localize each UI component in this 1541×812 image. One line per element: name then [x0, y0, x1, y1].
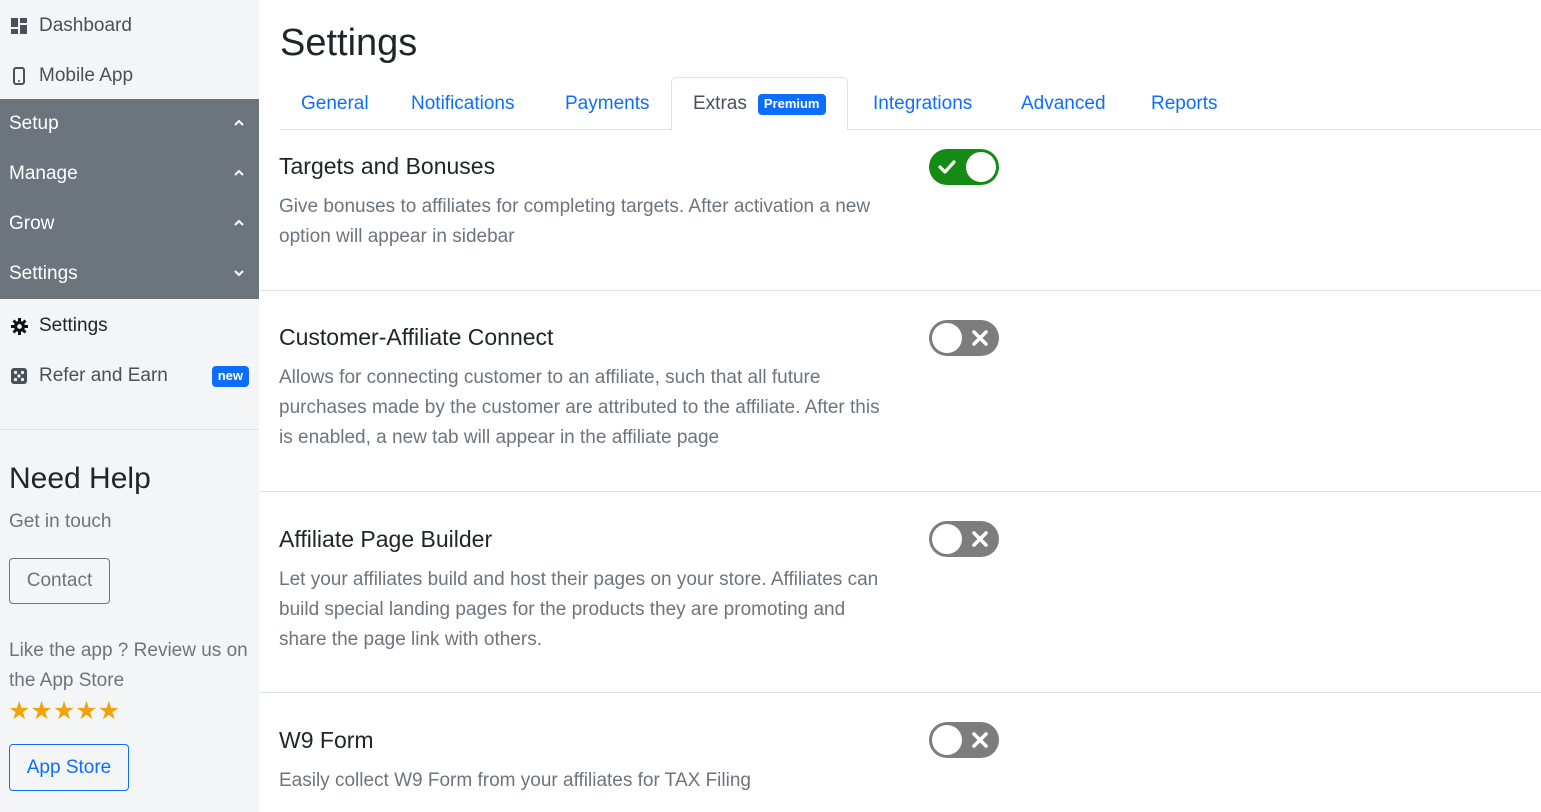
setting-description: Easily collect W9 Form from your affilia…	[279, 770, 751, 791]
settings-tabs: General Notifications Payments Extras Pr…	[280, 77, 1541, 131]
tab-general[interactable]: General	[280, 77, 390, 130]
toggle-knob	[966, 152, 996, 182]
page-title: Settings	[280, 22, 418, 64]
tab-label: Advanced	[1021, 92, 1106, 114]
premium-badge: Premium	[757, 93, 826, 115]
sidebar-item-mobile-app[interactable]: Mobile App	[0, 51, 259, 101]
sidebar-item-refer-and-earn[interactable]: Refer and Earn new	[0, 351, 259, 401]
tab-label: Payments	[565, 92, 650, 114]
dice-icon	[10, 367, 28, 385]
chevron-up-icon	[234, 219, 244, 226]
row-divider	[259, 290, 1541, 291]
gear-icon	[10, 317, 28, 335]
sidebar-divider	[0, 429, 259, 430]
chevron-down-icon	[234, 270, 244, 277]
app-store-button[interactable]: App Store	[9, 744, 129, 791]
mobile-icon	[10, 67, 28, 85]
sidebar-section-label: Manage	[9, 163, 78, 184]
w9-form-toggle[interactable]	[929, 722, 999, 758]
setting-title: Customer-Affiliate Connect	[279, 324, 554, 350]
sidebar-item-label: Dashboard	[39, 15, 132, 36]
help-title: Need Help	[9, 462, 151, 495]
row-divider	[259, 692, 1541, 693]
tab-label: Extras	[693, 93, 747, 114]
tab-label: General	[301, 92, 369, 114]
toggle-knob	[932, 323, 962, 353]
sidebar-section-label: Grow	[9, 213, 55, 234]
customer-affiliate-connect-toggle[interactable]	[929, 320, 999, 356]
sidebar-section-label: Setup	[9, 113, 59, 134]
tab-notifications[interactable]: Notifications	[390, 77, 536, 130]
close-icon	[972, 732, 988, 748]
sidebar-item-settings[interactable]: Settings	[0, 301, 259, 351]
sidebar-item-label: Mobile App	[39, 65, 134, 86]
contact-button[interactable]: Contact	[9, 558, 110, 604]
sidebar: Dashboard Mobile App Setup Manage Grow S…	[0, 0, 259, 812]
star-rating: ★★★★★	[8, 697, 121, 725]
review-prompt: Like the app ? Review us on the App Stor…	[9, 640, 248, 691]
sidebar-item-label: Refer and Earn	[39, 365, 168, 386]
sidebar-item-label: Settings	[39, 315, 108, 336]
chevron-up-icon	[234, 119, 244, 126]
setting-title: Affiliate Page Builder	[279, 526, 493, 552]
sidebar-section-label: Settings	[9, 263, 78, 284]
tab-advanced[interactable]: Advanced	[1000, 77, 1127, 130]
toggle-knob	[932, 524, 962, 554]
check-icon	[938, 160, 956, 174]
sidebar-section-manage[interactable]: Manage	[0, 149, 259, 199]
new-badge: new	[211, 366, 249, 387]
help-subtitle: Get in touch	[9, 511, 112, 532]
tab-reports[interactable]: Reports	[1130, 77, 1239, 130]
main-content: Settings General Notifications Payments …	[259, 0, 1541, 812]
tab-label: Reports	[1151, 92, 1218, 114]
tab-label: Notifications	[411, 92, 515, 114]
setting-title: Targets and Bonuses	[279, 153, 496, 179]
tab-integrations[interactable]: Integrations	[852, 77, 993, 130]
sidebar-item-dashboard[interactable]: Dashboard	[0, 1, 259, 51]
row-divider	[259, 491, 1541, 492]
toggle-knob	[932, 725, 962, 755]
setting-description: Allows for connecting customer to an aff…	[279, 367, 880, 448]
sidebar-section-setup[interactable]: Setup	[0, 99, 259, 149]
setting-description: Give bonuses to affiliates for completin…	[279, 196, 871, 247]
tab-payments[interactable]: Payments	[544, 77, 670, 130]
sidebar-section-grow[interactable]: Grow	[0, 199, 259, 249]
dashboard-icon	[10, 17, 28, 35]
setting-title: W9 Form	[279, 727, 374, 753]
tab-extras[interactable]: Extras Premium	[671, 77, 848, 131]
close-icon	[972, 330, 988, 346]
affiliate-page-builder-toggle[interactable]	[929, 521, 999, 557]
setting-description: Let your affiliates build and host their…	[279, 569, 879, 650]
close-icon	[972, 531, 988, 547]
tab-label: Integrations	[873, 92, 973, 114]
targets-bonuses-toggle[interactable]	[929, 149, 999, 185]
sidebar-section-settings[interactable]: Settings	[0, 249, 259, 299]
chevron-up-icon	[234, 169, 244, 176]
